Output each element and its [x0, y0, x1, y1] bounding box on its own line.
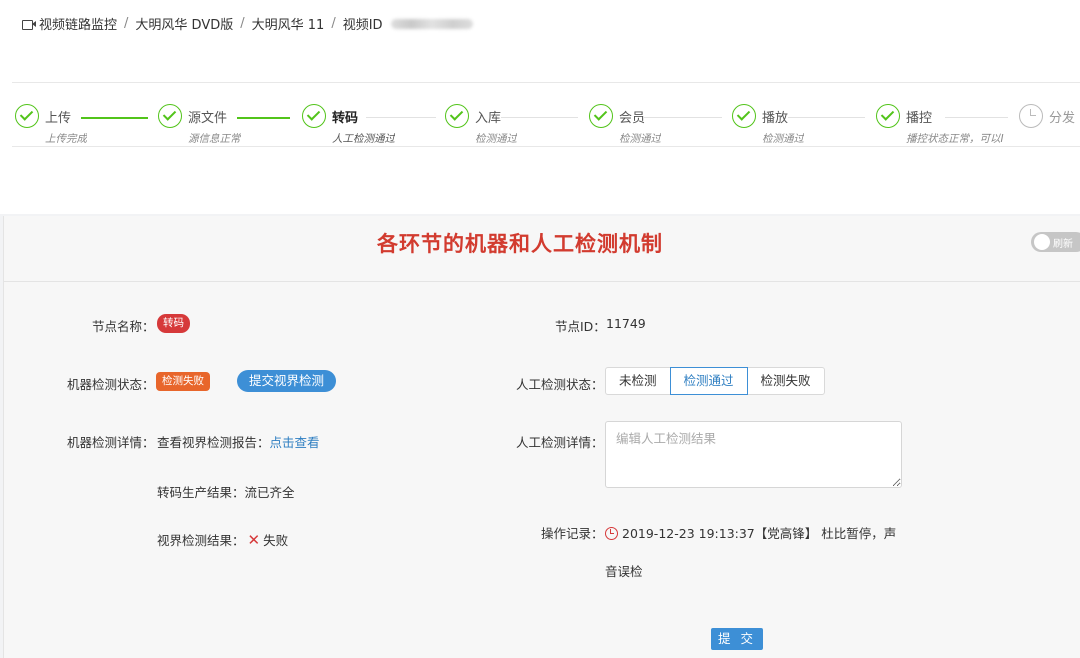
breadcrumb-item-monitor[interactable]: 视频链路监控: [39, 14, 117, 33]
check-circle-icon: [589, 104, 613, 128]
vision-result-label: 视界检测结果：: [157, 533, 245, 548]
breadcrumb-separator: /: [124, 16, 129, 31]
vision-result-row: 视界检测结果： ✕ 失败: [157, 530, 288, 549]
step-title: 源文件: [188, 111, 228, 126]
step-playback[interactable]: 播放 检测通过: [732, 104, 832, 148]
clock-icon: [605, 527, 618, 540]
transcode-result: 转码生产结果：流已齐全: [157, 485, 295, 500]
view-report-link[interactable]: 点击查看: [270, 435, 320, 450]
toggle-knob: [1034, 234, 1050, 250]
step-desc: 人工检测通过: [332, 133, 395, 145]
step-desc: 检测通过: [475, 133, 517, 145]
step-transcode[interactable]: 转码 人工检测通过: [302, 104, 422, 148]
submit-vision-check-button[interactable]: 提交视界检测: [237, 370, 337, 392]
divider: [12, 82, 1080, 83]
check-circle-icon: [876, 104, 900, 128]
submit-button[interactable]: 提 交: [711, 628, 763, 650]
step-title: 会员: [619, 111, 646, 126]
node-id-label: 节点ID：: [555, 319, 606, 334]
step-title: 转码: [332, 111, 359, 126]
breadcrumb-separator: /: [331, 16, 336, 31]
top-panel: 视频链路监控 / 大明风华 DVD版 / 大明风华 11 / 视频ID 上传 上…: [0, 0, 1080, 214]
refresh-label: 刷新: [1053, 239, 1073, 250]
vision-report-text: 查看视界检测报告：: [157, 435, 270, 450]
step-desc: 上传完成: [45, 133, 87, 145]
step-upload[interactable]: 上传 上传完成: [15, 104, 115, 148]
node-id-value: 11749: [606, 316, 646, 331]
step-desc: 源信息正常: [188, 133, 241, 145]
breadcrumb-item-series[interactable]: 大明风华 DVD版: [135, 14, 233, 33]
option-failed[interactable]: 检测失败: [746, 367, 825, 395]
operation-log-continued: 音误检: [605, 564, 643, 579]
step-title: 入库: [475, 111, 502, 126]
step-member[interactable]: 会员 检测通过: [589, 104, 689, 148]
check-circle-icon: [732, 104, 756, 128]
step-broadcast-control[interactable]: 播控 播控状态正常，可以I: [876, 104, 1008, 148]
node-name-tag: 转码: [157, 314, 190, 333]
step-storage[interactable]: 入库 检测通过: [445, 104, 545, 148]
vision-report-row: 查看视界检测报告：点击查看: [157, 432, 320, 451]
card-title: 各环节的机器和人工检测机制: [377, 232, 663, 256]
video-camera-icon: [22, 18, 36, 30]
step-title: 上传: [45, 111, 72, 126]
step-title: 播放: [762, 111, 789, 126]
divider: [12, 146, 1080, 147]
check-circle-icon: [445, 104, 469, 128]
step-title: 播控: [906, 111, 933, 126]
step-desc: 播控状态正常，可以I: [906, 133, 1004, 145]
manual-detail-label: 人工检测详情：: [516, 435, 604, 450]
check-circle-icon: [15, 104, 39, 128]
manual-status-label: 人工检测状态：: [516, 377, 604, 392]
machine-detail-label: 机器检测详情：: [67, 435, 155, 450]
check-circle-icon: [158, 104, 182, 128]
breadcrumb-separator: /: [240, 16, 245, 31]
step-desc: 检测通过: [762, 133, 804, 145]
machine-status-label: 机器检测状态：: [67, 377, 155, 392]
step-distribution[interactable]: 分发: [1019, 104, 1080, 148]
machine-status-tag: 检测失败: [156, 372, 210, 391]
manual-status-selector: 未检测 检测通过 检测失败: [605, 367, 825, 395]
operation-log-label: 操作记录：: [541, 526, 604, 541]
step-desc: 检测通过: [619, 133, 661, 145]
divider: [3, 281, 1080, 282]
step-title: 分发: [1049, 111, 1076, 126]
breadcrumb: 视频链路监控 / 大明风华 DVD版 / 大明风华 11 / 视频ID: [22, 14, 473, 33]
operation-log-line: 2019-12-23 19:13:37【党高锋】 杜比暂停，声: [605, 523, 896, 542]
node-name-label: 节点名称：: [92, 319, 155, 334]
step-source-file[interactable]: 源文件 源信息正常: [158, 104, 278, 148]
redacted-video-id: [390, 18, 473, 29]
option-passed[interactable]: 检测通过: [669, 367, 748, 395]
check-circle-icon: [302, 104, 326, 128]
manual-detail-textarea[interactable]: [605, 421, 902, 488]
option-not-checked[interactable]: 未检测: [605, 367, 671, 395]
clock-circle-icon: [1019, 104, 1043, 128]
breadcrumb-item-episode[interactable]: 大明风华 11: [252, 14, 325, 33]
refresh-toggle[interactable]: 刷新: [1031, 232, 1080, 252]
breadcrumb-item-video-id: 视频ID: [342, 18, 383, 33]
vision-result-value: 失败: [263, 533, 289, 548]
close-icon: ✕: [247, 531, 261, 549]
operation-log-text: 2019-12-23 19:13:37【党高锋】 杜比暂停，声: [622, 526, 897, 541]
